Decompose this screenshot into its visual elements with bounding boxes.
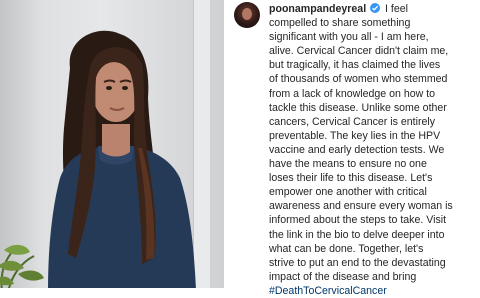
caption-line: preventable. The key lies in the HPV [269,129,441,142]
caption-line: awareness and ensure every woman is [269,200,453,213]
caption-line: have the means to ensure no one [269,158,427,171]
caption-line: from a lack of knowledge on how to [269,87,436,100]
verified-badge-icon [370,3,381,13]
caption-line: what can be done. Together, let's [269,242,424,255]
caption-line: loses their life to this disease. Let's [269,172,433,185]
caption-line: of thousands of women who stemmed [269,73,448,86]
caption-line: significant with you all - I am here, [269,31,429,44]
caption-line: alive. Cervical Cancer didn't claim me, [269,45,449,58]
hashtag-link[interactable]: #DeathToCervicalCancer [269,285,387,297]
potted-plant [0,244,44,288]
caption-line: vaccine and early detection tests. We [269,143,445,156]
caption-line: but tragically, it has claimed the lives [269,59,441,72]
caption-line: informed about the steps to take. Visit [269,214,447,227]
caption-line: tackle this disease. Unlike some other [269,101,447,114]
caption-line: empower one another with critical [269,186,427,199]
username[interactable]: poonampandeyreal [269,3,366,15]
caption-line: compelled to share something [269,17,411,30]
avatar-face [242,8,252,20]
caption-text: poonampandeyreal I feel compelled to sha… [269,2,474,298]
caption-line: cancers, Cervical Cancer is entirely [269,115,436,128]
caption-line: I feel [385,3,409,15]
caption-line: impact of the disease and bring [269,270,417,283]
caption-line: the link in the bio to delve deeper into [269,228,445,241]
caption-line: strive to put an end to the devastating [269,256,446,269]
post-video[interactable] [0,0,224,288]
avatar[interactable] [234,2,260,28]
instagram-post-screenshot: poonampandeyreal I feel compelled to sha… [0,0,480,297]
caption-panel: poonampandeyreal I feel compelled to sha… [224,0,480,297]
